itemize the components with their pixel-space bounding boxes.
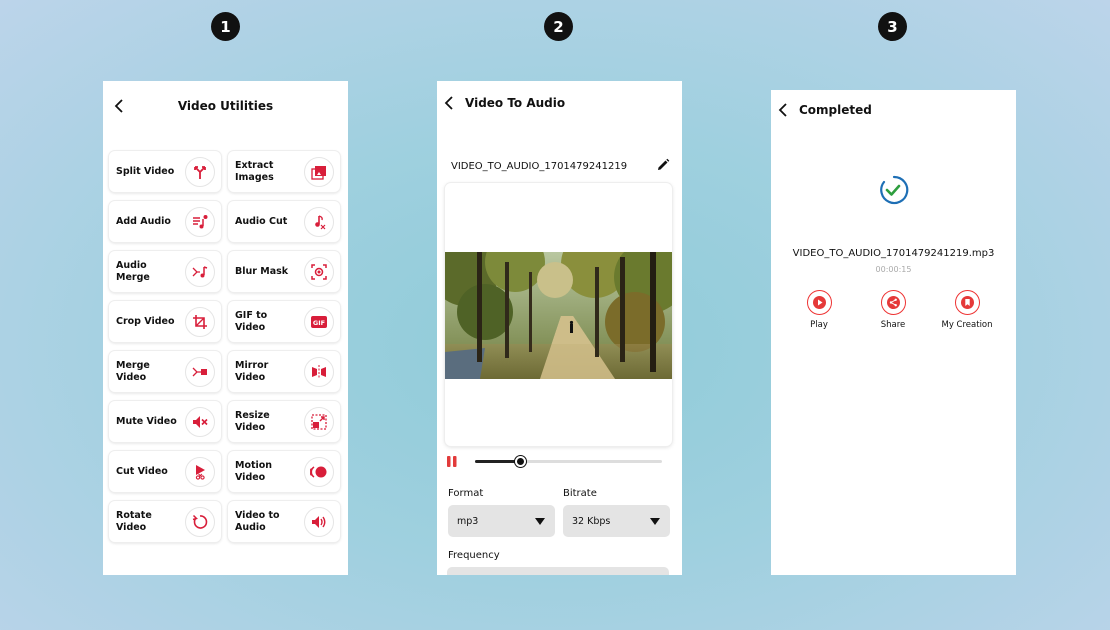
output-file-name: VIDEO_TO_AUDIO_1701479241219.mp3	[792, 248, 995, 259]
volume-icon	[304, 506, 334, 537]
completed-check-icon	[877, 174, 909, 206]
tool-label: Resize Video	[235, 409, 270, 433]
blur-mask-icon	[304, 256, 334, 287]
bitrate-select[interactable]: 32 Kbps	[563, 505, 670, 537]
play-button[interactable]: Play	[784, 290, 854, 330]
action-label: My Creation	[941, 320, 993, 330]
tool-label: Mirror Video	[235, 359, 269, 383]
tool-label: Video to Audio	[235, 509, 280, 533]
mute-icon	[185, 406, 215, 437]
top-bar: Video Utilities	[103, 81, 348, 131]
pause-icon[interactable]	[447, 454, 461, 468]
action-label: Play	[810, 320, 828, 330]
tool-label: Rotate Video	[116, 509, 152, 533]
tool-label: Crop Video	[116, 315, 175, 327]
tool-crop-video[interactable]: Crop Video	[109, 301, 221, 342]
top-bar: Completed	[771, 90, 1016, 130]
completed-screen: Completed VIDEO_TO_AUDIO_1701479241219.m…	[771, 90, 1016, 575]
resize-icon	[304, 406, 334, 437]
output-duration: 00:00:15	[875, 265, 912, 274]
file-name-row: VIDEO_TO_AUDIO_1701479241219	[451, 157, 670, 176]
tool-label: Add Audio	[116, 215, 171, 227]
format-value: mp3	[457, 515, 479, 527]
page-title: Completed	[799, 103, 872, 117]
tool-mute-video[interactable]: Mute Video	[109, 401, 221, 442]
frequency-label: Frequency	[448, 550, 500, 561]
rotate-icon	[185, 506, 215, 537]
back-arrow-icon[interactable]	[771, 98, 795, 122]
tool-add-audio[interactable]: Add Audio	[109, 201, 221, 242]
back-arrow-icon[interactable]	[107, 94, 131, 118]
seek-bar-progress	[475, 459, 520, 463]
audio-cut-icon	[304, 206, 334, 237]
tool-label: Split Video	[116, 165, 175, 177]
bitrate-label: Bitrate	[563, 488, 597, 499]
svg-text:GIF: GIF	[313, 319, 325, 327]
step-badge-2: 2	[544, 12, 573, 41]
tool-label: Mute Video	[116, 415, 177, 427]
tool-split-video[interactable]: Split Video	[109, 151, 221, 192]
tool-label: Motion Video	[235, 459, 273, 483]
tool-gif-to-video[interactable]: GIF to Video GIF	[228, 301, 340, 342]
tool-resize-video[interactable]: Resize Video	[228, 401, 340, 442]
tool-label: Extract Images	[235, 159, 274, 183]
page-title: Video To Audio	[465, 96, 566, 110]
merge-icon	[185, 356, 215, 387]
tool-blur-mask[interactable]: Blur Mask	[228, 251, 340, 292]
audio-merge-icon	[185, 256, 215, 287]
caret-down-icon	[650, 517, 660, 525]
file-name: VIDEO_TO_AUDIO_1701479241219	[451, 161, 628, 172]
share-icon	[880, 290, 906, 315]
action-label: Share	[880, 320, 906, 330]
tool-cut-video[interactable]: Cut Video	[109, 451, 221, 492]
tool-mirror-video[interactable]: Mirror Video	[228, 351, 340, 392]
caret-down-icon	[535, 517, 545, 525]
seek-bar[interactable]	[475, 455, 662, 467]
crop-icon	[185, 306, 215, 337]
step-badge-3: 3	[878, 12, 907, 41]
gif-icon: GIF	[304, 306, 334, 337]
video-preview-card	[445, 183, 672, 446]
tool-label: Audio Cut	[235, 215, 288, 227]
video-preview[interactable]	[445, 252, 672, 379]
motion-icon	[304, 456, 334, 487]
seek-bar-thumb[interactable]	[514, 455, 526, 467]
tool-extract-images[interactable]: Extract Images	[228, 151, 340, 192]
top-bar: Video To Audio	[437, 81, 682, 125]
play-icon	[806, 290, 832, 315]
cut-video-icon	[185, 456, 215, 487]
tool-label: Blur Mask	[235, 265, 289, 277]
tools-grid: Split Video Extract Images Add Audio Aud…	[109, 151, 341, 542]
share-button[interactable]: Share	[858, 290, 928, 330]
my-creation-button[interactable]: My Creation	[932, 290, 1002, 330]
back-arrow-icon[interactable]	[437, 91, 461, 115]
edit-pencil-icon[interactable]	[656, 157, 670, 176]
split-icon	[185, 156, 215, 187]
tool-video-to-audio[interactable]: Video to Audio	[228, 501, 340, 542]
tool-rotate-video[interactable]: Rotate Video	[109, 501, 221, 542]
page-title: Video Utilities	[177, 99, 274, 113]
tool-label: Merge Video	[116, 359, 150, 383]
bookmark-icon	[954, 290, 980, 315]
tool-label: Audio Merge	[116, 259, 150, 283]
tool-motion-video[interactable]: Motion Video	[228, 451, 340, 492]
add-music-icon	[185, 206, 215, 237]
mirror-icon	[304, 356, 334, 387]
tool-label: GIF to Video	[235, 309, 268, 333]
video-utilities-screen: Video Utilities Split Video Extract Imag…	[103, 81, 348, 575]
tool-audio-merge[interactable]: Audio Merge	[109, 251, 221, 292]
image-icon	[304, 156, 334, 187]
format-select[interactable]: mp3	[448, 505, 555, 537]
tool-label: Cut Video	[116, 465, 168, 477]
video-to-audio-screen: Video To Audio VIDEO_TO_AUDIO_1701479241…	[437, 81, 682, 575]
step-badge-1: 1	[211, 12, 240, 41]
format-label: Format	[448, 488, 484, 499]
tool-audio-cut[interactable]: Audio Cut	[228, 201, 340, 242]
bitrate-value: 32 Kbps	[572, 515, 611, 527]
player-controls	[447, 454, 662, 468]
tool-merge-video[interactable]: Merge Video	[109, 351, 221, 392]
frequency-select[interactable]	[447, 567, 669, 575]
